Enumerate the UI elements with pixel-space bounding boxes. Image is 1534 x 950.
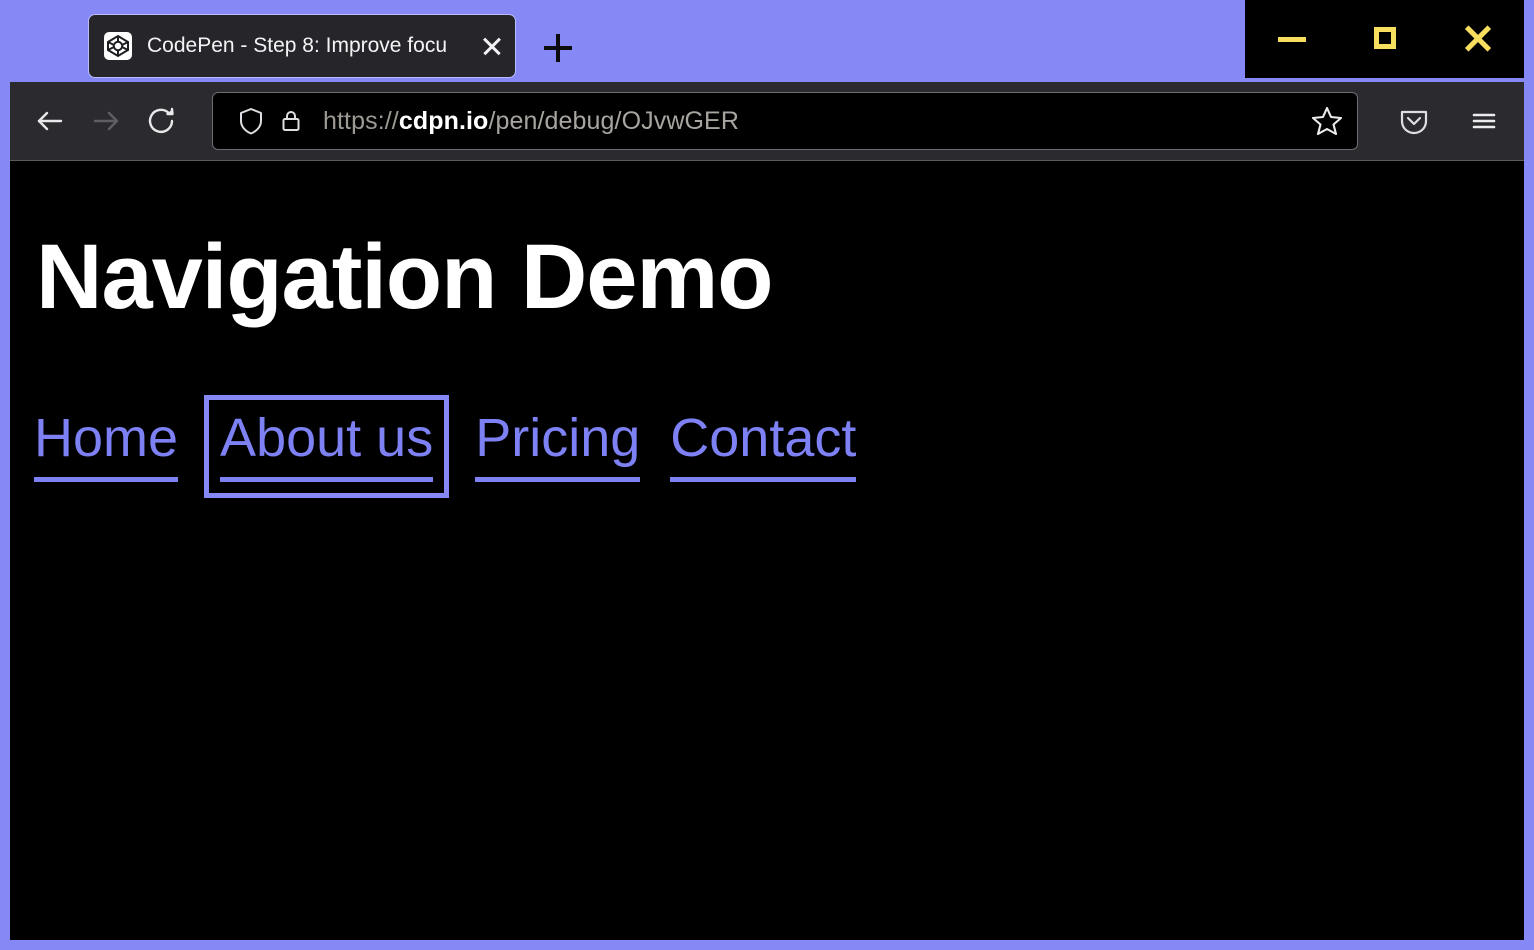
url-text[interactable]: https://cdpn.io/pen/debug/OJvwGER	[323, 107, 1307, 136]
pocket-icon[interactable]	[1386, 93, 1442, 149]
hamburger-menu-icon[interactable]	[1456, 93, 1512, 149]
close-icon[interactable]	[1455, 16, 1501, 62]
back-arrow-icon[interactable]	[22, 93, 78, 149]
nav-link-about-us[interactable]: About us	[220, 411, 433, 482]
url-host: cdpn.io	[399, 107, 489, 135]
page-content: Navigation Demo Home About us Pricing Co…	[10, 161, 1524, 940]
new-tab-button[interactable]	[534, 24, 582, 72]
lock-icon[interactable]	[271, 101, 311, 141]
site-navigation: Home About us Pricing Contact	[34, 411, 886, 482]
browser-window: CodePen - Step 8: Improve focu	[0, 0, 1534, 950]
tab-strip: CodePen - Step 8: Improve focu	[10, 0, 1524, 82]
maximize-icon[interactable]	[1362, 16, 1408, 62]
window-controls	[1245, 0, 1524, 78]
browser-tab-codepen[interactable]: CodePen - Step 8: Improve focu	[88, 14, 516, 78]
forward-arrow-icon	[78, 93, 134, 149]
tab-title: CodePen - Step 8: Improve focu	[147, 34, 515, 58]
nav-link-home[interactable]: Home	[34, 411, 178, 482]
star-icon[interactable]	[1307, 101, 1347, 141]
url-path: /pen/debug/OJvwGER	[488, 107, 739, 135]
reload-icon[interactable]	[134, 93, 190, 149]
minimize-icon[interactable]	[1269, 16, 1315, 62]
page-title: Navigation Demo	[36, 231, 772, 323]
nav-link-pricing[interactable]: Pricing	[475, 411, 640, 482]
browser-toolbar: https://cdpn.io/pen/debug/OJvwGER	[10, 82, 1524, 161]
codepen-logo-icon	[103, 31, 133, 61]
nav-link-contact[interactable]: Contact	[670, 411, 856, 482]
address-bar[interactable]: https://cdpn.io/pen/debug/OJvwGER	[212, 92, 1358, 150]
close-icon[interactable]	[477, 31, 507, 61]
url-scheme: https://	[323, 107, 399, 135]
toolbar-right-actions	[1372, 93, 1512, 149]
shield-icon[interactable]	[231, 101, 271, 141]
